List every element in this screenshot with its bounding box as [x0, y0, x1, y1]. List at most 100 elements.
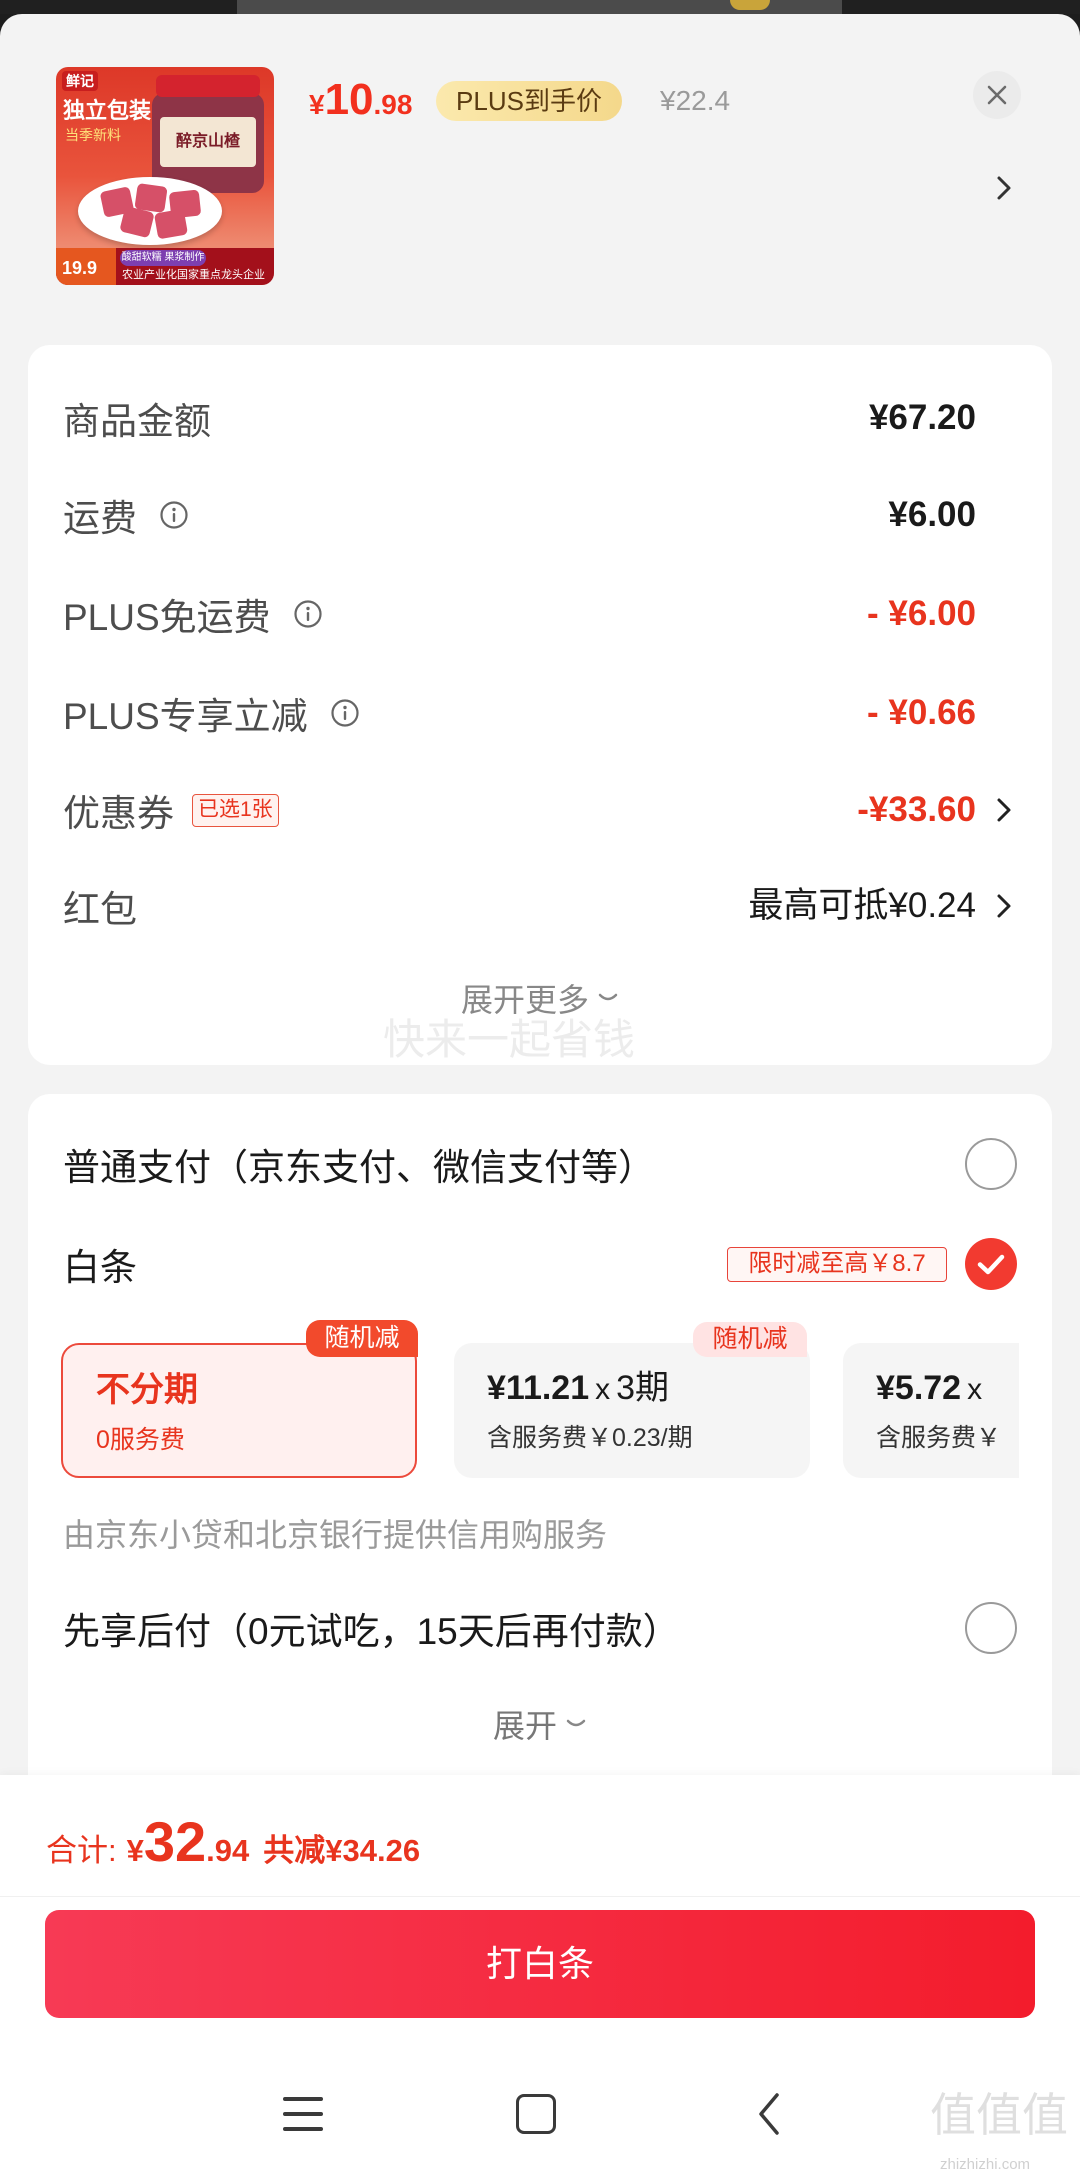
deferred-pay-label-group: 先享后付（0元试吃，15天后再付款） — [63, 1598, 680, 1658]
total-decimal: .94 — [206, 1833, 250, 1868]
chevron-right-icon[interactable] — [996, 797, 1012, 823]
installment-periods: 3期 — [616, 1369, 670, 1407]
watermark-site: zhizhizhi.com — [940, 2156, 1031, 2173]
plus-free-shipping-label-group: PLUS免运费 — [63, 584, 323, 644]
baitiao-label: 白条 — [63, 1247, 137, 1288]
installment-option-6[interactable]: ¥5.72 x 含服务费￥ — [843, 1343, 1019, 1478]
coupon-label-group: 优惠券 已选1张 — [63, 780, 279, 840]
baitiao-promo-badge: 限时减至高￥8.7 — [727, 1247, 947, 1282]
price-integer: 10 — [324, 75, 374, 124]
deferred-pay-radio[interactable] — [965, 1602, 1017, 1654]
red-packet-value: 最高可抵¥0.24 — [748, 886, 976, 925]
menu-icon[interactable] — [283, 2097, 323, 2131]
backdrop-strip — [0, 0, 1080, 14]
red-packet-label-group: 红包 — [63, 876, 137, 936]
normal-pay-radio[interactable] — [965, 1138, 1017, 1190]
row-coupon[interactable]: 优惠券 已选1张 -¥33.60 — [28, 780, 1052, 840]
installment-fee: 含服务费￥ — [876, 1424, 1002, 1452]
product-thumbnail[interactable]: 鲜记 独立包装 当季新料 醉京山楂 19.9 酸甜软糯 果浆制作 农业产业化国家… — [56, 67, 274, 285]
shipping-label: 运费 — [63, 498, 137, 539]
total-currency: ¥ — [126, 1833, 144, 1868]
product-image-feature: 酸甜软糯 果浆制作 — [120, 250, 206, 266]
candy-piece — [153, 208, 189, 240]
row-plus-free-shipping: PLUS免运费 - ¥6.00 — [28, 584, 1052, 644]
installment-amount: ¥11.21 — [487, 1369, 590, 1407]
order-total: 合计: ¥ 32 .94 共减¥34.26 — [46, 1812, 420, 1872]
installment-title: ¥5.72 x — [876, 1364, 988, 1414]
menu-icon-bar — [283, 2097, 323, 2101]
plus-free-shipping-label: PLUS免运费 — [63, 597, 271, 638]
back-icon[interactable] — [756, 2091, 782, 2137]
installment-fee: 0服务费 — [96, 1426, 185, 1454]
installment-title: ¥11.21 x 3期 — [487, 1364, 669, 1414]
chevron-right-icon[interactable] — [996, 175, 1012, 201]
coupon-value: -¥33.60 — [857, 790, 976, 829]
random-discount-tag: 随机减 — [306, 1320, 418, 1357]
baitiao-label-group: 白条 — [63, 1234, 137, 1294]
shipping-value: ¥6.00 — [888, 495, 976, 534]
row-shipping: 运费 ¥6.00 — [28, 485, 1052, 545]
installment-fee: 含服务费￥0.23/期 — [487, 1424, 693, 1452]
check-icon — [965, 1238, 1017, 1290]
footer-divider — [0, 1896, 1080, 1897]
goods-amount-value: ¥67.20 — [868, 398, 976, 437]
credit-provider-note: 由京东小贷和北京银行提供信用购服务 — [63, 1517, 608, 1553]
installment-times: x — [967, 1373, 983, 1406]
product-image-footer: 农业产业化国家重点龙头企业 — [122, 269, 265, 281]
checkout-sheet: 鲜记 独立包装 当季新料 醉京山楂 19.9 酸甜软糯 果浆制作 农业产业化国家… — [0, 14, 1080, 2183]
pay-with-baitiao-button[interactable]: 打白条 — [45, 1910, 1035, 2018]
info-icon[interactable] — [330, 698, 360, 728]
info-icon[interactable] — [293, 599, 323, 629]
payment-method-card: 普通支付（京东支付、微信支付等） 白条 限时减至高￥8.7 不分期 0服务费 随… — [28, 1094, 1052, 1814]
coupon-label: 优惠券 — [63, 793, 174, 834]
close-button[interactable] — [973, 71, 1021, 119]
total-integer: 32 — [143, 1810, 207, 1873]
chevron-right-icon[interactable] — [996, 893, 1012, 919]
expand-payment-label: 展开 — [492, 1708, 557, 1744]
random-discount-tag: 随机减 — [693, 1322, 807, 1357]
price-decimal: .98 — [373, 89, 413, 120]
product-image-headline: 独立包装 — [63, 98, 152, 123]
row-goods-amount: 商品金额 ¥67.20 — [28, 388, 1052, 448]
payment-option-normal[interactable]: 普通支付（京东支付、微信支付等） — [28, 1134, 1052, 1194]
price-breakdown-card: 商品金额 ¥67.20 运费 ¥6.00 PLUS免运费 - ¥6.00 PLU… — [28, 345, 1052, 1065]
plus-discount-value: - ¥0.66 — [867, 693, 976, 732]
plus-free-shipping-value: - ¥6.00 — [867, 594, 976, 633]
installment-option-none[interactable]: 不分期 0服务费 — [61, 1343, 417, 1478]
coupon-selected-badge: 已选1张 — [192, 793, 279, 827]
watermark-logo: 值值值 — [930, 2089, 1068, 2141]
menu-icon-bar — [283, 2112, 323, 2116]
installment-option-3[interactable]: ¥11.21 x 3期 含服务费￥0.23/期 — [454, 1343, 810, 1478]
product-image-subline: 当季新料 — [65, 127, 121, 143]
goods-amount-label-group: 商品金额 — [63, 388, 211, 448]
menu-icon-bar — [283, 2127, 323, 2131]
home-square-icon[interactable] — [516, 2094, 556, 2134]
plus-discount-label: PLUS专享立减 — [63, 696, 308, 737]
payment-option-deferred[interactable]: 先享后付（0元试吃，15天后再付款） — [28, 1598, 1052, 1658]
product-jar-lid — [156, 75, 260, 97]
shipping-label-group: 运费 — [63, 485, 189, 545]
chevron-down-icon — [598, 993, 618, 1001]
deferred-pay-label: 先享后付（0元试吃，15天后再付款） — [63, 1611, 680, 1652]
expand-payment-button[interactable]: 展开 — [28, 1699, 1052, 1749]
installment-title-text: 不分期 — [96, 1371, 198, 1409]
product-jar-label: 醉京山楂 — [160, 117, 256, 167]
installment-options[interactable]: 不分期 0服务费 随机减 ¥11.21 x 3期 含服务费￥0.23/期 随机减 ¥… — [61, 1320, 1019, 1480]
price-currency: ¥ — [309, 89, 325, 120]
row-red-packet[interactable]: 红包 最高可抵¥0.24 — [28, 876, 1052, 936]
backdrop-highlight — [730, 0, 770, 10]
plus-discount-label-group: PLUS专享立减 — [63, 683, 360, 743]
original-price: ¥22.4 — [660, 85, 731, 116]
red-packet-label: 红包 — [63, 889, 137, 930]
product-brand-logo: 鲜记 — [62, 71, 98, 91]
installment-times: x — [595, 1373, 611, 1406]
product-plate — [78, 177, 222, 245]
goods-amount-label: 商品金额 — [63, 401, 211, 442]
plus-price-badge: PLUS到手价 — [436, 81, 622, 121]
info-icon[interactable] — [159, 500, 189, 530]
baitiao-radio[interactable] — [965, 1238, 1017, 1290]
installment-amount: ¥5.72 — [876, 1369, 962, 1407]
expand-more-label: 展开更多 — [460, 982, 589, 1018]
normal-pay-label-group: 普通支付（京东支付、微信支付等） — [63, 1134, 655, 1194]
watermark-text: 快来一起省钱 — [383, 1016, 636, 1063]
